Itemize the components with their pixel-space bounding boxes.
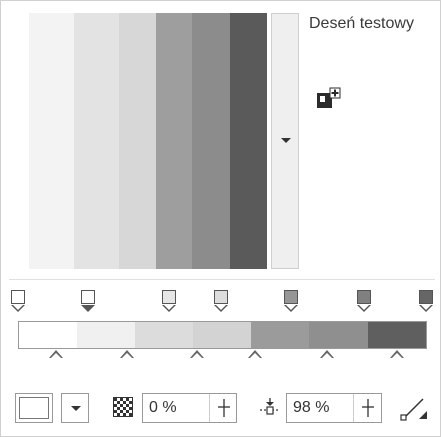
checkerboard-icon <box>113 397 133 417</box>
midpoint-marker[interactable] <box>120 350 134 360</box>
chevron-down-icon <box>71 406 81 411</box>
spin-icon <box>218 399 230 417</box>
gradient-segment <box>309 322 368 348</box>
position-spin-button[interactable] <box>353 394 381 422</box>
gradient-stop[interactable] <box>213 290 229 320</box>
gradient-stop-selected[interactable] <box>80 290 96 320</box>
pattern-title: Deseń testowy <box>309 15 414 32</box>
resize-diagonal-button[interactable] <box>399 395 429 423</box>
gradient-editor-panel: Deseń testowy 0 % 98 % <box>0 0 441 437</box>
gradient-stop[interactable] <box>161 290 177 320</box>
gradient-stop[interactable] <box>418 290 434 320</box>
spin-icon <box>362 399 374 417</box>
gradient-segment <box>193 322 251 348</box>
gradient-stop[interactable] <box>283 290 299 320</box>
stop-color-swatch[interactable] <box>15 393 53 423</box>
midpoint-marker[interactable] <box>248 350 262 360</box>
gradient-stop[interactable] <box>356 290 372 320</box>
chevron-down-icon <box>281 138 291 143</box>
preview-strip <box>74 13 119 269</box>
gradient-segment <box>368 322 426 348</box>
preview-strip <box>29 13 74 269</box>
midpoint-marker[interactable] <box>190 350 204 360</box>
section-divider <box>9 279 435 280</box>
preview-strip <box>119 13 156 269</box>
color-preview <box>19 397 49 419</box>
gradient-segment <box>251 322 309 348</box>
transparency-spin-button[interactable] <box>209 394 237 422</box>
transparency-field[interactable]: 0 % <box>142 393 237 423</box>
transparency-value: 0 % <box>149 399 177 416</box>
preview-strip <box>230 13 267 269</box>
preview-dropdown-button[interactable] <box>271 13 299 269</box>
gradient-segment <box>19 322 77 348</box>
resize-diagonal-icon <box>400 398 427 421</box>
position-value: 98 % <box>293 399 330 416</box>
gradient-segment <box>135 322 193 348</box>
gradient-bar[interactable] <box>18 321 427 349</box>
gradient-stop[interactable] <box>10 290 26 320</box>
pattern-preview[interactable] <box>9 13 267 269</box>
midpoint-marker[interactable] <box>390 350 404 360</box>
preview-strip <box>9 13 29 269</box>
midpoint-marker[interactable] <box>320 350 334 360</box>
add-swatch-icon <box>317 87 341 108</box>
gradient-segment <box>77 322 135 348</box>
stop-color-dropdown[interactable] <box>61 393 89 423</box>
vertical-position-icon <box>259 395 281 421</box>
preview-strip <box>156 13 192 269</box>
position-field[interactable]: 98 % <box>286 393 382 423</box>
preview-strip <box>192 13 230 269</box>
midpoint-marker[interactable] <box>49 350 63 360</box>
add-swatch-button[interactable] <box>316 87 342 111</box>
